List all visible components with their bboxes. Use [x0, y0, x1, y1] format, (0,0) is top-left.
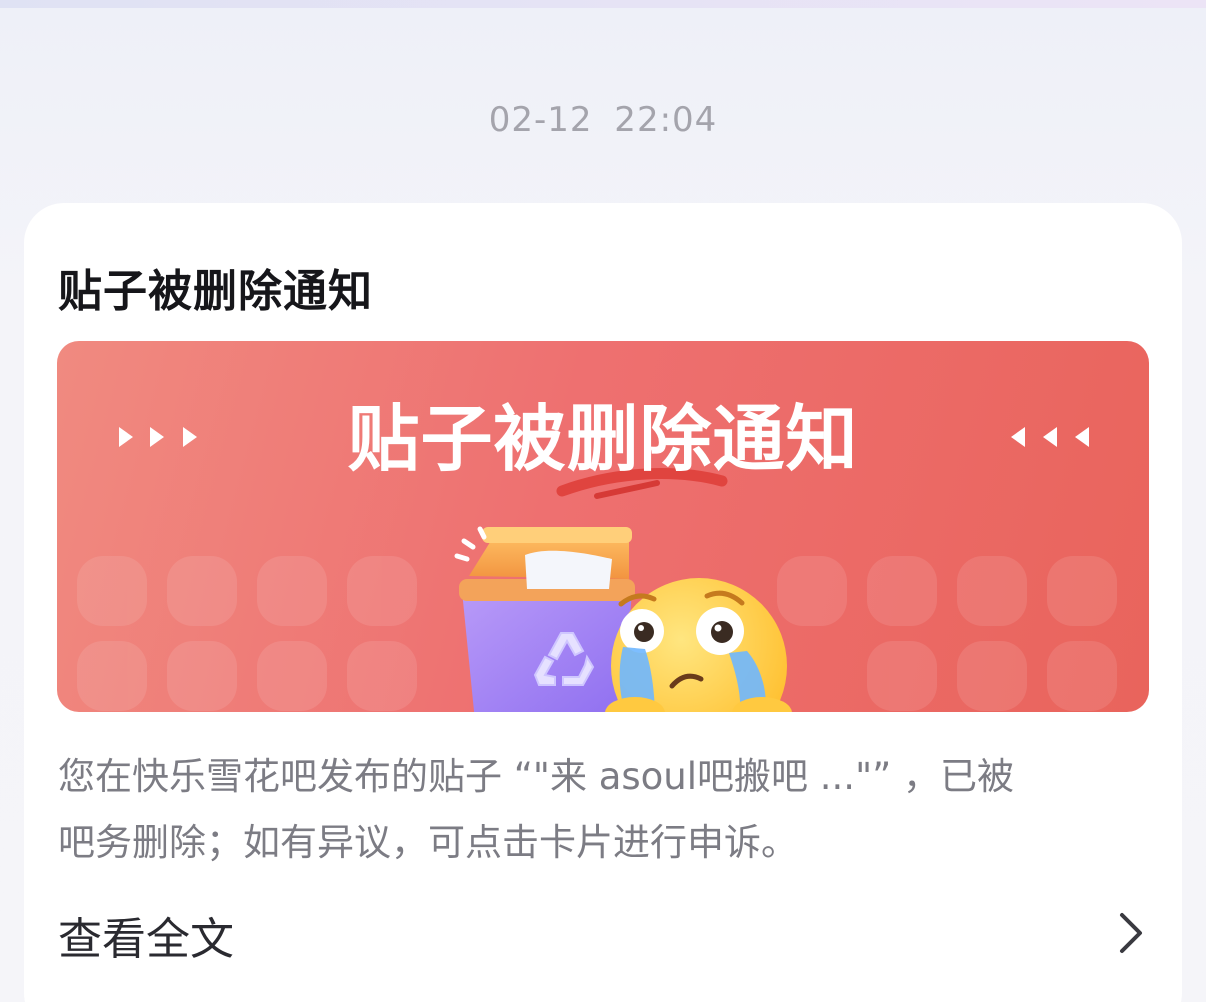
read-more-row[interactable]: 查看全文: [58, 903, 1148, 967]
message-timestamp: 02-12 22:04: [488, 100, 718, 140]
banner-heading: 贴子被删除通知: [347, 397, 858, 481]
notification-card[interactable]: 贴子被删除通知 贴子被删除通知 您在快乐雪花吧发布的贴子 “"来 asoul吧搬…: [24, 203, 1182, 1002]
recycle-bin-icon: [459, 527, 635, 712]
crying-face-icon: [605, 578, 792, 712]
notification-message: 您在快乐雪花吧发布的贴子 “"来 asoul吧搬吧 ..."” ，已被 吧务删除…: [58, 744, 1148, 876]
deletion-banner: 贴子被删除通知: [57, 341, 1149, 712]
left-arrows-icon: [119, 427, 197, 447]
message-line-2: 吧务删除；如有异议，可点击卡片进行申诉。: [58, 821, 798, 864]
top-status-strip: [0, 0, 1206, 8]
right-arrows-icon: [1011, 427, 1089, 447]
read-more-label[interactable]: 查看全文: [58, 903, 234, 967]
banner-artwork: 贴子被删除通知: [77, 397, 1117, 712]
shake-marks: [454, 526, 487, 562]
chevron-right-icon[interactable]: [1116, 911, 1146, 955]
message-line-1: 您在快乐雪花吧发布的贴子 “"来 asoul吧搬吧 ..."” ，已被: [58, 755, 1015, 798]
card-title: 贴子被删除通知: [58, 266, 373, 317]
